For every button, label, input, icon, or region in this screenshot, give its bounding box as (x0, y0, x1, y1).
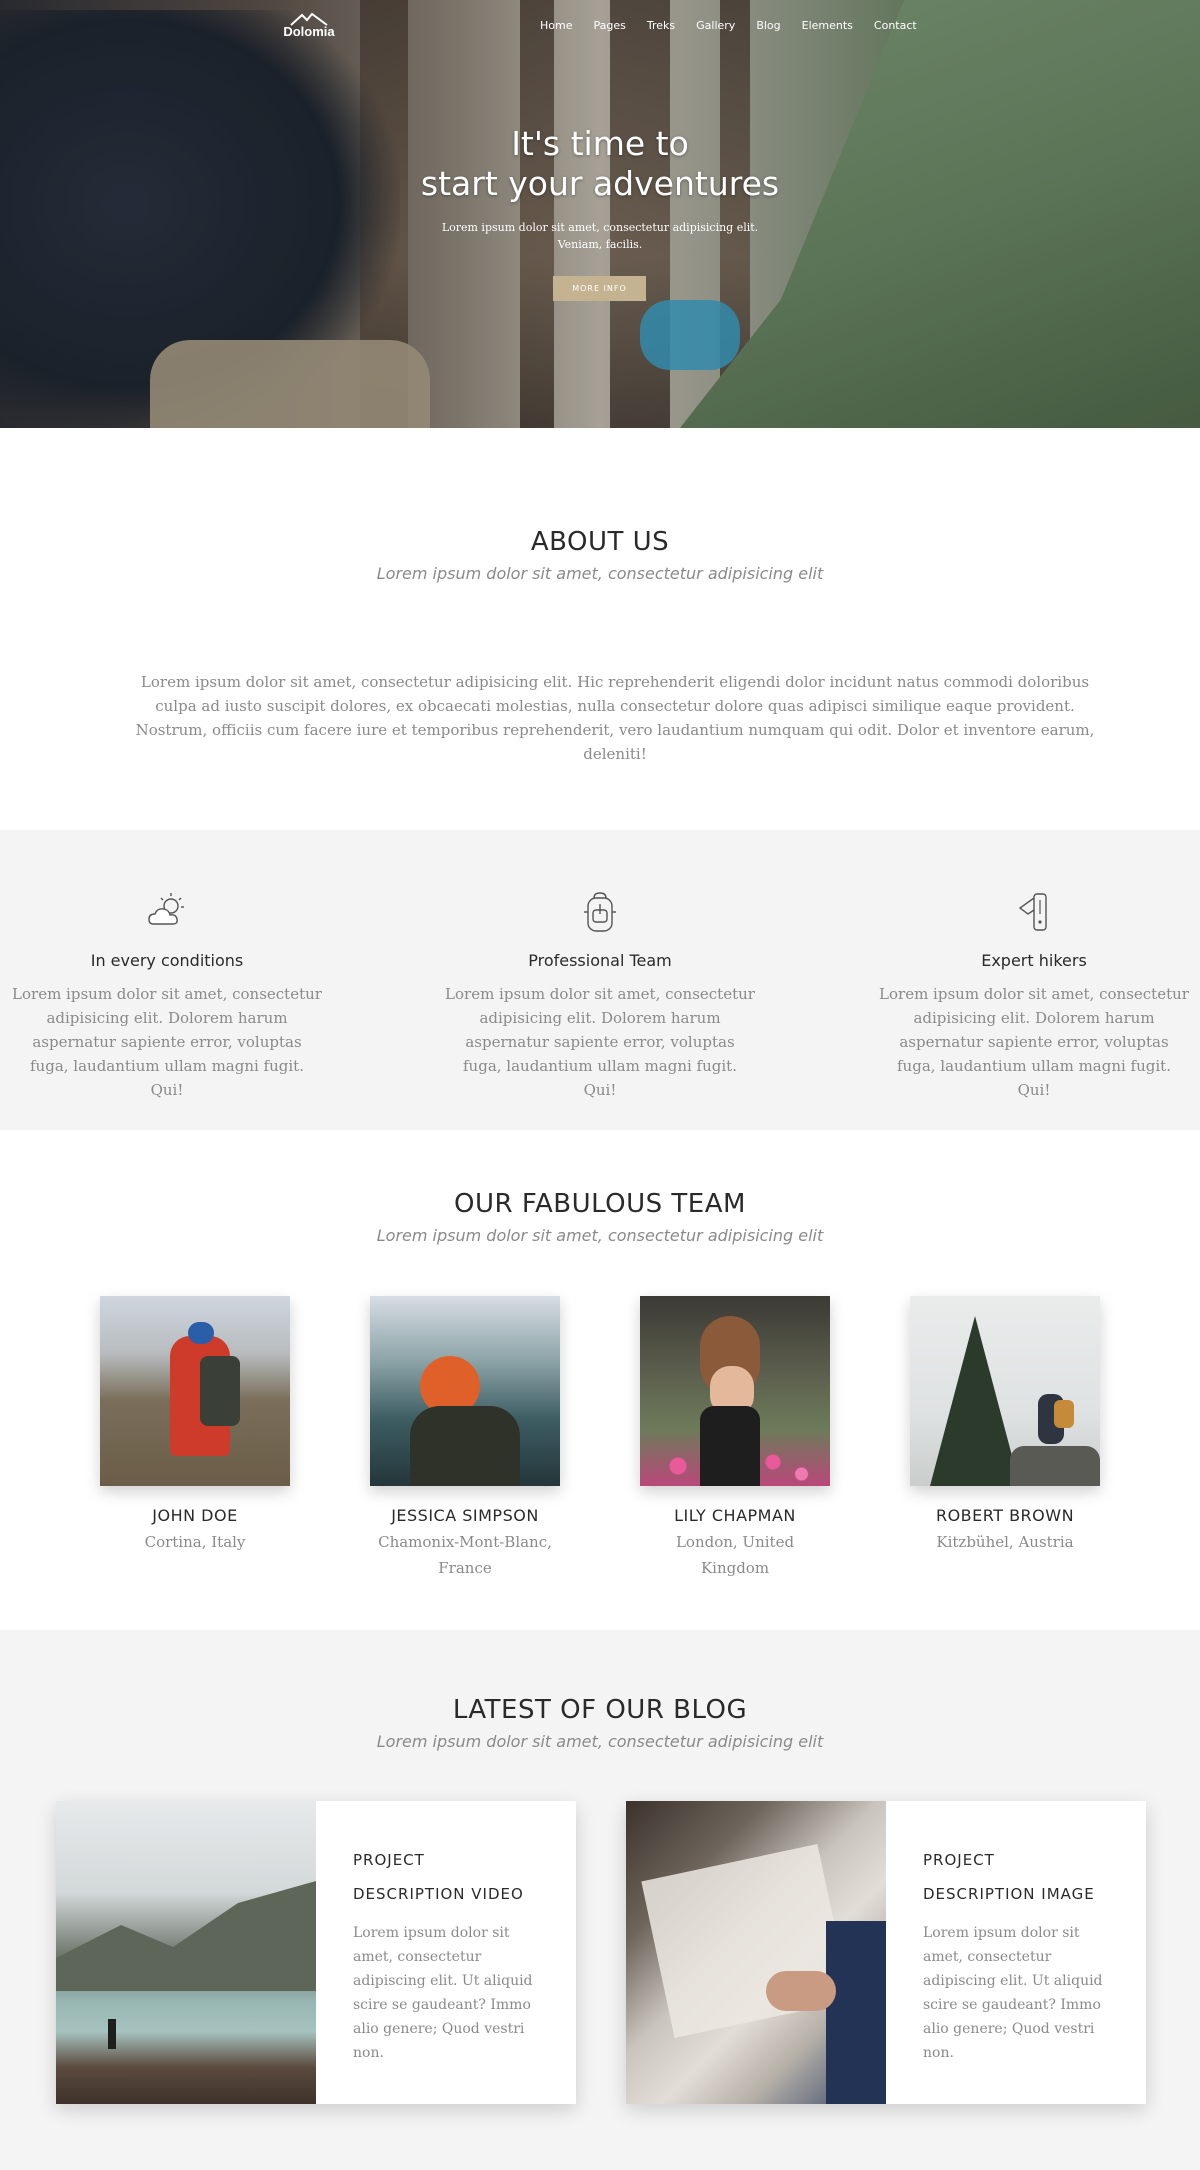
rock-shape (1010, 1446, 1100, 1486)
nav-treks[interactable]: Treks (647, 19, 675, 32)
hero-title: It's time to start your adventures (300, 124, 900, 204)
feature-item: Professional Team Lorem ipsum dolor sit … (445, 890, 755, 1102)
team-subtitle: Lorem ipsum dolor sit amet, consectetur … (376, 1226, 824, 1245)
team-member: LILY CHAPMAN London, United Kingdom (640, 1296, 830, 1581)
member-name: JESSICA SIMPSON (391, 1506, 539, 1525)
team-member: ROBERT BROWN Kitzbühel, Austria (910, 1296, 1100, 1555)
logo[interactable]: Dolomia (278, 12, 340, 39)
feature-text: Lorem ipsum dolor sit amet, consectetur … (445, 985, 755, 1099)
team-title: OUR FABULOUS TEAM (454, 1189, 746, 1219)
hero-subtitle: Lorem ipsum dolor sit amet, consectetur … (400, 219, 800, 253)
flowers-shape (640, 1446, 830, 1486)
backpack-icon (584, 892, 616, 932)
pocket-knife-icon (1018, 893, 1047, 931)
backpack-shape (200, 1356, 240, 1426)
feature-title: Expert hikers (981, 951, 1087, 970)
team-member: JESSICA SIMPSON Chamonix-Mont-Blanc, Fra… (370, 1296, 560, 1581)
team-member: JOHN DOE Cortina, Italy (100, 1296, 290, 1555)
member-location: Cortina, Italy (144, 1533, 246, 1551)
member-location: London, United Kingdom (675, 1533, 795, 1577)
feature-text: Lorem ipsum dolor sit amet, consectetur … (12, 985, 322, 1099)
feature-item: Expert hikers Lorem ipsum dolor sit amet… (879, 890, 1189, 1102)
blog-card-title[interactable]: PROJECT DESCRIPTION IMAGE (923, 1843, 1123, 1911)
nav-blog[interactable]: Blog (756, 19, 780, 32)
feature-text: Lorem ipsum dolor sit amet, consectetur … (879, 985, 1189, 1099)
member-name: LILY CHAPMAN (674, 1506, 796, 1525)
hero-title-line1: It's time to (511, 124, 689, 163)
jacket-shape (410, 1406, 520, 1486)
mountain-shape (56, 1881, 316, 1991)
cloud-sun-icon (148, 893, 184, 925)
member-location: Kitzbühel, Austria (936, 1533, 1074, 1551)
member-photo[interactable] (370, 1296, 560, 1486)
blog-card[interactable]: PROJECT DESCRIPTION IMAGE Lorem ipsum do… (626, 1801, 1146, 2104)
member-photo[interactable] (100, 1296, 290, 1486)
hero-title-line2: start your adventures (420, 164, 780, 203)
more-info-button[interactable]: MORE INFO (553, 276, 646, 301)
member-name: JOHN DOE (152, 1506, 238, 1525)
blog-card-text: Lorem ipsum dolor sit amet, consectetur … (923, 1925, 1103, 2061)
backpack-shape (1054, 1400, 1074, 1428)
sleeve-shape (826, 1921, 886, 2104)
hat-shape (188, 1322, 214, 1344)
hand-shape (766, 1971, 836, 2011)
pine-tree-shape (930, 1316, 1020, 1486)
blog-card-title[interactable]: PROJECT DESCRIPTION VIDEO (353, 1843, 553, 1911)
about-subtitle: Lorem ipsum dolor sit amet, consectetur … (376, 564, 824, 583)
blog-subtitle: Lorem ipsum dolor sit amet, consectetur … (376, 1732, 824, 1751)
features-section: In every conditions Lorem ipsum dolor si… (0, 830, 1200, 1130)
blog-card-text: Lorem ipsum dolor sit amet, consectetur … (353, 1925, 533, 2061)
member-photo[interactable] (640, 1296, 830, 1486)
member-photo[interactable] (910, 1296, 1100, 1486)
blog-card-title-line2: DESCRIPTION VIDEO (353, 1885, 524, 1903)
blog-card-image[interactable] (56, 1801, 316, 2104)
about-title: ABOUT US (530, 527, 670, 557)
feature-title: In every conditions (90, 951, 244, 970)
feature-title: Professional Team (528, 951, 672, 970)
person-shape (108, 2019, 116, 2049)
hero-subtitle-line1: Lorem ipsum dolor sit amet, consectetur … (441, 221, 759, 234)
hero-section: Dolomia Home Pages Treks Gallery Blog El… (0, 0, 1200, 428)
blog-section: LATEST OF OUR BLOG Lorem ipsum dolor sit… (0, 1630, 1200, 2170)
about-body: Lorem ipsum dolor sit amet, consectetur … (135, 673, 1095, 763)
logo-text: Dolomia (283, 24, 335, 39)
blog-card-image[interactable] (626, 1801, 886, 2104)
blog-card-title-line1: PROJECT (923, 1851, 995, 1869)
blog-card-title-line1: PROJECT (353, 1851, 425, 1869)
nav-gallery[interactable]: Gallery (696, 19, 735, 32)
main-nav: Home Pages Treks Gallery Blog Elements C… (540, 19, 938, 32)
nav-pages[interactable]: Pages (593, 19, 625, 32)
nav-elements[interactable]: Elements (802, 19, 853, 32)
blog-card[interactable]: PROJECT DESCRIPTION VIDEO Lorem ipsum do… (56, 1801, 576, 2104)
blog-title: LATEST OF OUR BLOG (452, 1695, 748, 1725)
member-location: Chamonix-Mont-Blanc, France (378, 1533, 552, 1577)
nav-contact[interactable]: Contact (874, 19, 917, 32)
blog-card-title-line2: DESCRIPTION IMAGE (923, 1885, 1095, 1903)
feature-item: In every conditions Lorem ipsum dolor si… (12, 890, 322, 1102)
member-name: ROBERT BROWN (935, 1506, 1075, 1525)
hero-subtitle-line2: Veniam, facilis. (557, 238, 643, 251)
nav-home[interactable]: Home (540, 19, 572, 32)
